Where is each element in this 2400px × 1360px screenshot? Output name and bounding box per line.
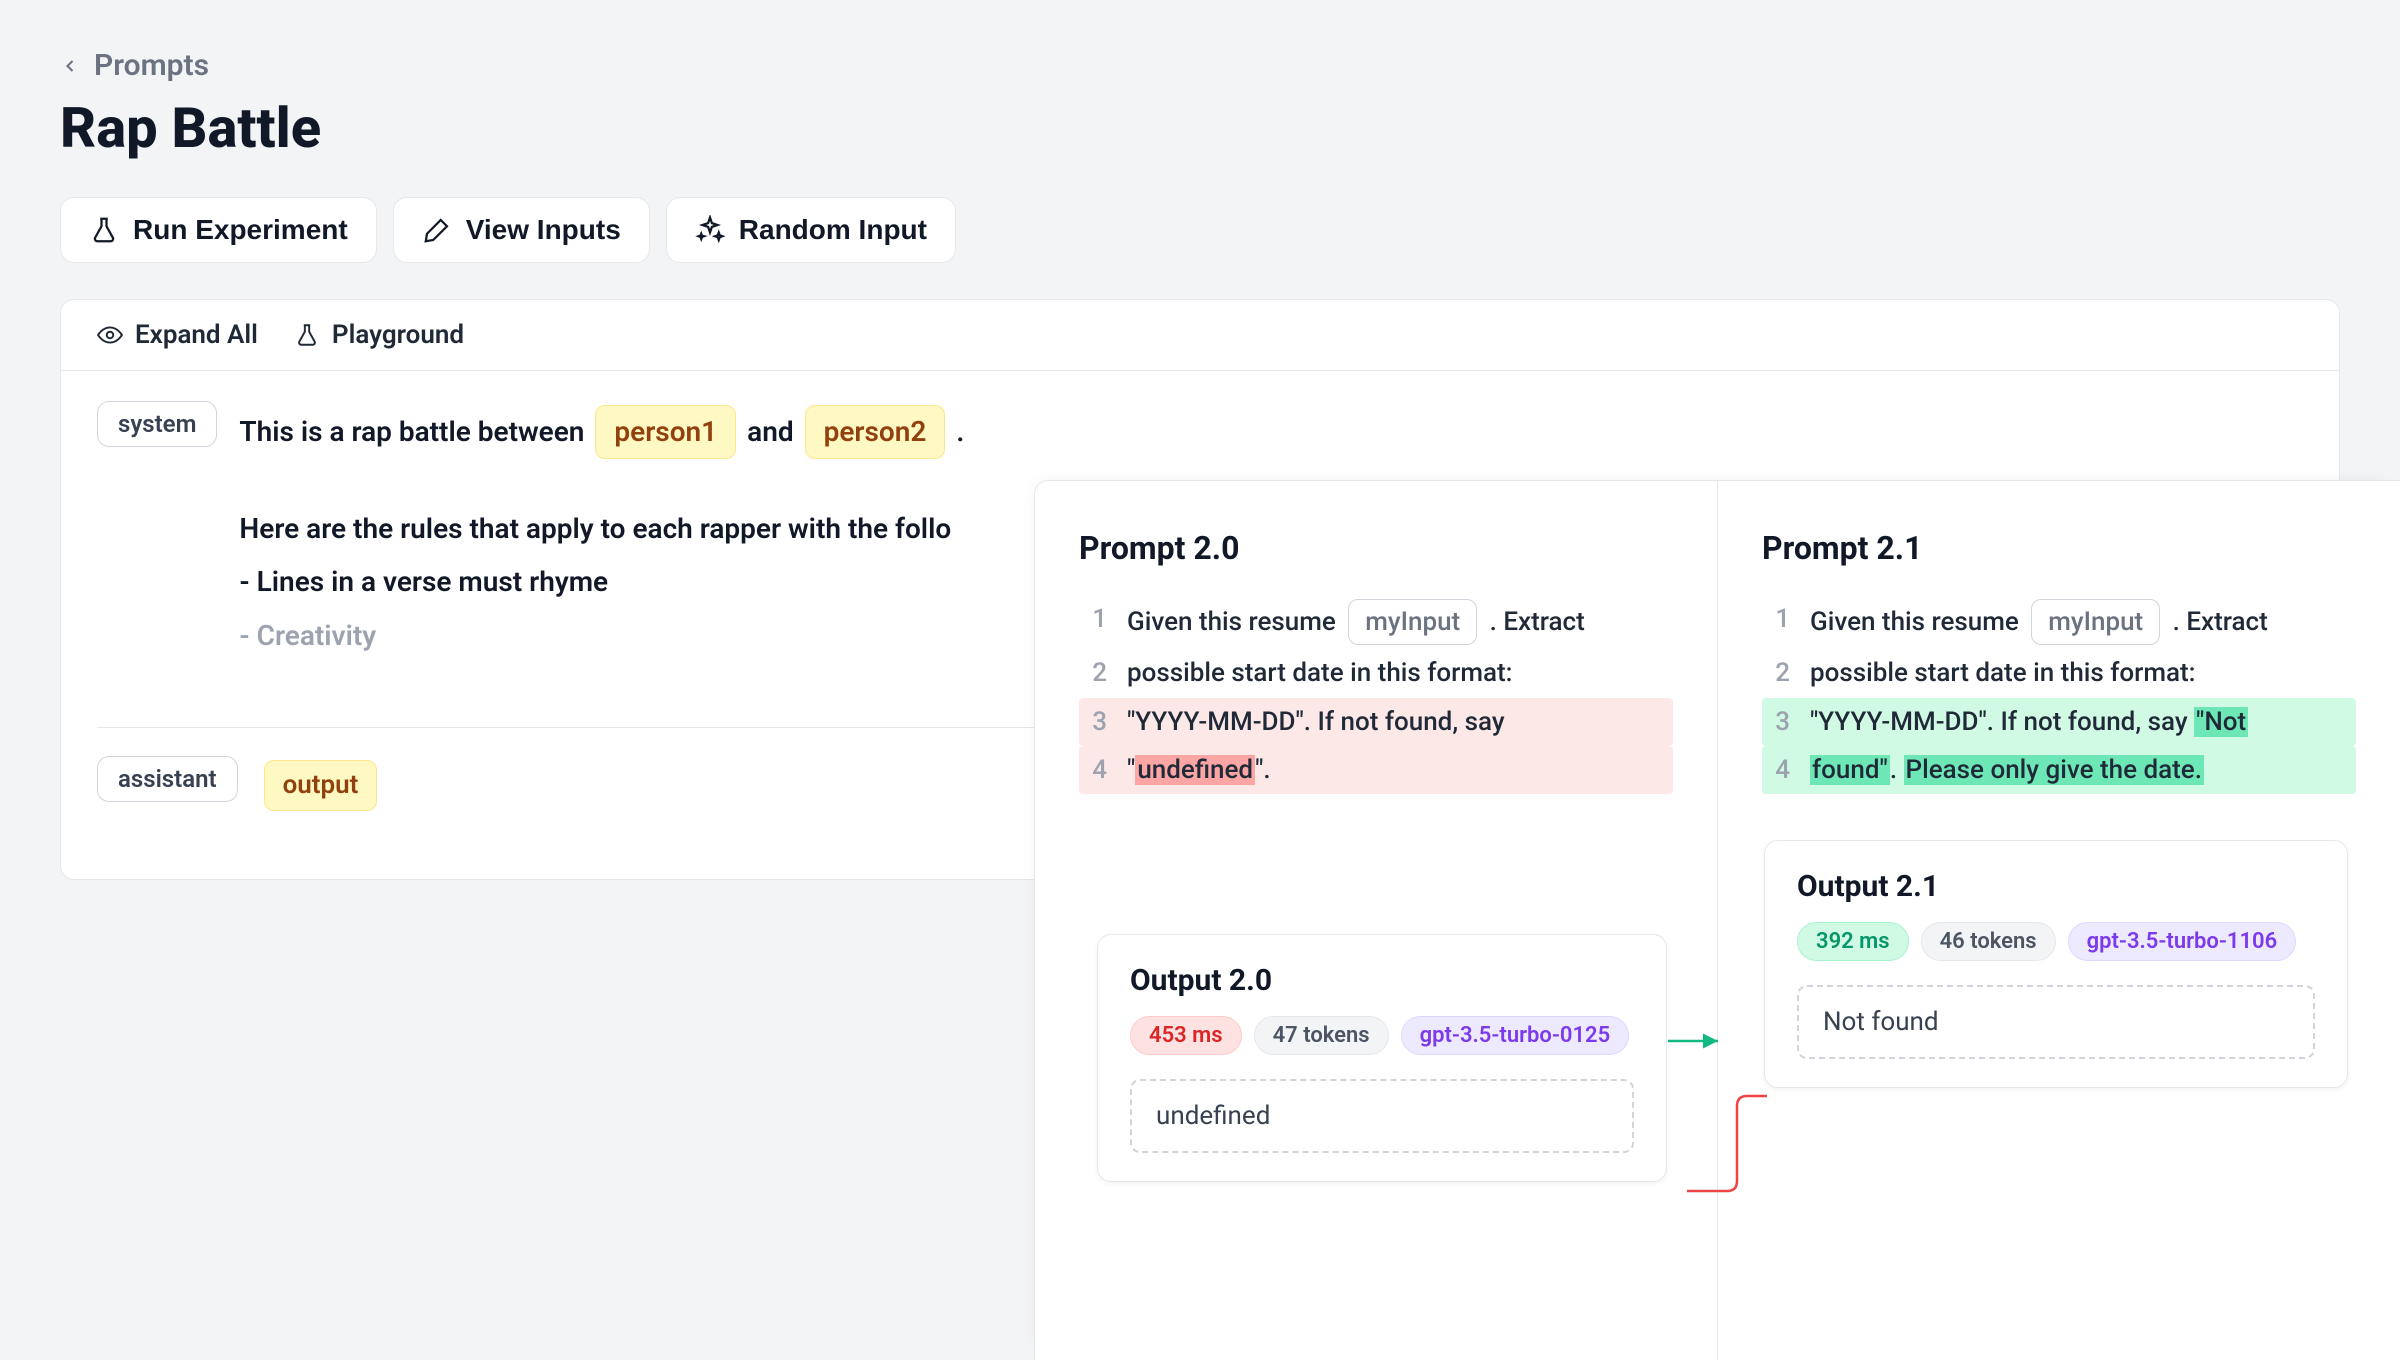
- variable-person1[interactable]: person1: [595, 405, 736, 459]
- p21-l1-post: . Extract: [2166, 607, 2268, 637]
- system-role-pill[interactable]: system: [97, 401, 217, 447]
- p20-l2: possible start date in this format:: [1127, 653, 1663, 693]
- flask-small-icon: [294, 322, 320, 348]
- p20-l4-word: undefined: [1135, 755, 1255, 785]
- p20-l1-post: . Extract: [1483, 607, 1585, 637]
- prompt-20-code[interactable]: 1Given this resume myInput . Extract 2po…: [1079, 595, 1673, 794]
- badge-tokens-21: 46 tokens: [1921, 922, 2056, 961]
- badge-time-20: 453 ms: [1130, 1016, 1242, 1055]
- p21-l3-pre: "YYYY-MM-DD". If not found, say: [1810, 707, 2194, 737]
- system-text-mid: and: [747, 415, 800, 448]
- system-text-post: .: [956, 415, 964, 448]
- panel-toolbar: Expand All Playground: [61, 300, 2339, 371]
- brush-icon: [422, 215, 452, 245]
- view-inputs-button[interactable]: View Inputs: [393, 197, 650, 263]
- action-row: Run Experiment View Inputs Random Input: [60, 197, 2340, 263]
- run-experiment-label: Run Experiment: [133, 214, 348, 246]
- sparkles-icon: [695, 215, 725, 245]
- page-title: Rap Battle: [60, 95, 2340, 161]
- chevron-left-icon: [60, 56, 80, 76]
- output-21-text: Not found: [1797, 985, 2315, 1059]
- p20-l4-post: ".: [1255, 755, 1271, 785]
- breadcrumb-back[interactable]: Prompts: [60, 48, 2340, 83]
- output-20-badges: 453 ms 47 tokens gpt-3.5-turbo-0125: [1130, 1016, 1634, 1055]
- p21-l2: possible start date in this format:: [1810, 653, 2346, 693]
- p20-l3: "YYYY-MM-DD". If not found, say: [1127, 702, 1663, 742]
- prompt-21-code[interactable]: 1Given this resume myInput . Extract 2po…: [1762, 595, 2356, 794]
- breadcrumb-label: Prompts: [94, 48, 209, 83]
- myinput-chip-left[interactable]: myInput: [1348, 599, 1477, 645]
- p20-l1-pre: Given this resume: [1127, 607, 1342, 637]
- expand-all-label: Expand All: [135, 320, 258, 350]
- variable-person2[interactable]: person2: [805, 405, 946, 459]
- badge-model-20: gpt-3.5-turbo-0125: [1401, 1016, 1630, 1055]
- view-inputs-label: View Inputs: [466, 214, 621, 246]
- playground-button[interactable]: Playground: [294, 320, 464, 350]
- eye-icon: [97, 322, 123, 348]
- p21-l4-word2: Please only give the date.: [1904, 755, 2204, 785]
- output-21-title: Output 2.1: [1797, 869, 2315, 904]
- system-text-pre: This is a rap battle between: [239, 415, 591, 448]
- comparison-overlay: Prompt 2.0 1Given this resume myInput . …: [1034, 480, 2400, 1360]
- p21-l1-pre: Given this resume: [1810, 607, 2025, 637]
- output-20-title: Output 2.0: [1130, 963, 1634, 998]
- run-experiment-button[interactable]: Run Experiment: [60, 197, 377, 263]
- playground-label: Playground: [332, 320, 464, 350]
- random-input-button[interactable]: Random Input: [666, 197, 956, 263]
- p21-l3-word: "Not: [2194, 707, 2248, 737]
- compare-col-right: Prompt 2.1 1Given this resume myInput . …: [1718, 481, 2400, 1360]
- badge-time-21: 392 ms: [1797, 922, 1909, 961]
- flask-icon: [89, 215, 119, 245]
- variable-output[interactable]: output: [264, 760, 378, 810]
- compare-col-left: Prompt 2.0 1Given this resume myInput . …: [1035, 481, 1718, 1360]
- badge-tokens-20: 47 tokens: [1254, 1016, 1389, 1055]
- random-input-label: Random Input: [739, 214, 927, 246]
- output-20-card: Output 2.0 453 ms 47 tokens gpt-3.5-turb…: [1097, 934, 1667, 1182]
- myinput-chip-right[interactable]: myInput: [2031, 599, 2160, 645]
- expand-all-button[interactable]: Expand All: [97, 320, 258, 350]
- p21-l4-mid: .: [1890, 755, 1904, 785]
- prompt-20-title: Prompt 2.0: [1079, 529, 1673, 567]
- output-20-text: undefined: [1130, 1079, 1634, 1153]
- p21-l4-word1: found": [1810, 755, 1890, 785]
- assistant-role-pill[interactable]: assistant: [97, 756, 238, 802]
- prompt-21-title: Prompt 2.1: [1762, 529, 2356, 567]
- output-21-card: Output 2.1 392 ms 46 tokens gpt-3.5-turb…: [1764, 840, 2348, 1088]
- output-21-badges: 392 ms 46 tokens gpt-3.5-turbo-1106: [1797, 922, 2315, 961]
- badge-model-21: gpt-3.5-turbo-1106: [2068, 922, 2297, 961]
